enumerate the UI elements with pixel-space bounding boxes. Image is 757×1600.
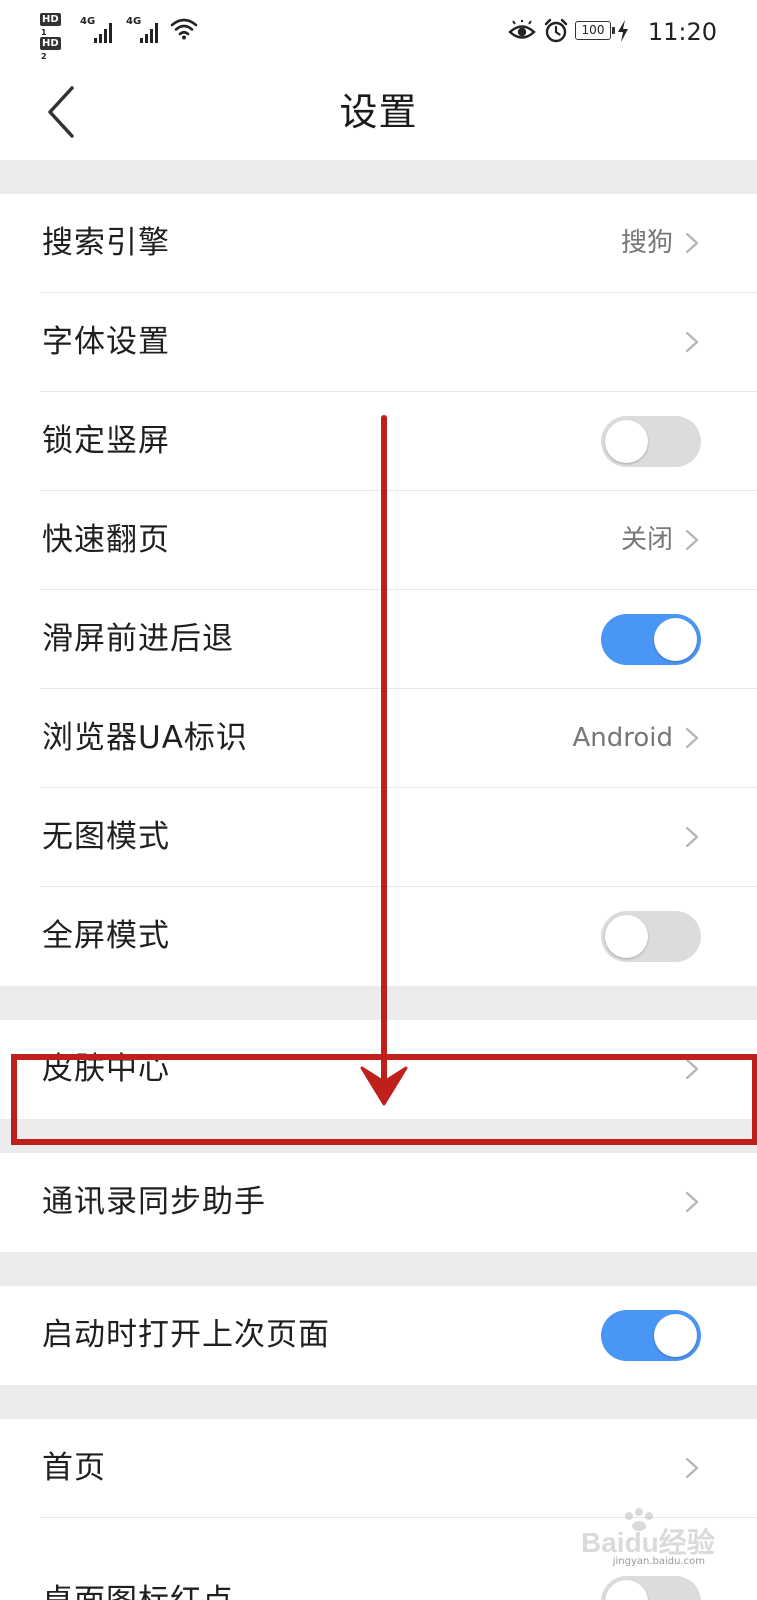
setting-label: 首页: [42, 1450, 106, 1486]
chevron-right-icon: [685, 826, 699, 848]
hd-label: HD: [40, 37, 61, 50]
setting-home-page[interactable]: 首页: [0, 1419, 757, 1518]
sim-index: 2: [41, 52, 47, 61]
chevron-right-icon: [685, 1191, 699, 1213]
setting-label: 通讯录同步助手: [42, 1184, 266, 1220]
setting-label: 锁定竖屏: [42, 423, 170, 459]
group-separator: [0, 160, 757, 194]
eye-icon: [508, 20, 536, 39]
alarm-icon: [544, 18, 568, 43]
setting-ua-id[interactable]: 浏览器UA标识 Android: [0, 689, 757, 788]
setting-search-engine[interactable]: 搜索引擎 搜狗: [0, 194, 757, 293]
setting-fullscreen-mode: 全屏模式: [0, 887, 757, 986]
group-separator: [0, 986, 757, 1020]
fullscreen-toggle[interactable]: [601, 911, 701, 962]
setting-fast-page-turn[interactable]: 快速翻页 关闭: [0, 491, 757, 590]
hd-sim2-badge: HD 2: [40, 36, 61, 63]
group-separator: [0, 1385, 757, 1419]
open-last-page-toggle[interactable]: [601, 1310, 701, 1361]
toggle-knob: [654, 1314, 697, 1357]
chevron-right-icon: [685, 232, 699, 254]
setting-label: 皮肤中心: [42, 1051, 170, 1087]
group-separator: [0, 1252, 757, 1286]
swipe-nav-toggle[interactable]: [601, 614, 701, 665]
setting-font[interactable]: 字体设置: [0, 293, 757, 392]
toggle-knob: [605, 915, 648, 958]
wifi-icon: [170, 18, 198, 40]
status-bar: HD1 HD2 4G 4G 100 11:20: [0, 0, 757, 64]
watermark-url: jingyan.baidu.com: [612, 1556, 705, 1567]
lock-portrait-toggle[interactable]: [601, 416, 701, 467]
setting-value: 关闭: [620, 525, 673, 555]
hd-label: HD: [40, 13, 61, 26]
setting-open-last-page: 启动时打开上次页面: [0, 1286, 757, 1385]
setting-value: Android: [572, 723, 673, 753]
setting-label: 滑屏前进后退: [42, 621, 234, 657]
setting-lock-portrait: 锁定竖屏: [0, 392, 757, 491]
setting-swipe-nav: 滑屏前进后退: [0, 590, 757, 689]
toggle-knob: [605, 1580, 648, 1600]
toggle-knob: [605, 420, 648, 463]
battery-icon: 100: [575, 21, 615, 40]
signal-icon: [94, 23, 112, 43]
toggle-knob: [654, 618, 697, 661]
chevron-right-icon: [685, 331, 699, 353]
chevron-right-icon: [685, 727, 699, 749]
setting-label: 桌面图标红点: [42, 1552, 234, 1600]
hd-sim1-badge: HD1: [40, 12, 61, 39]
setting-no-image-mode[interactable]: 无图模式: [0, 788, 757, 887]
desktop-badge-toggle[interactable]: [601, 1576, 701, 1600]
page-title: 设置: [339, 90, 418, 134]
app-bar: 设置: [0, 64, 757, 160]
watermark-text: Baidu经验: [581, 1526, 715, 1558]
group-separator: [0, 1119, 757, 1153]
setting-label: 字体设置: [42, 324, 170, 360]
setting-label: 全屏模式: [42, 918, 170, 954]
chevron-right-icon: [685, 1058, 699, 1080]
status-bar-right: 100 11:20: [477, 16, 717, 48]
clock: 11:20: [647, 18, 717, 46]
setting-label: 快速翻页: [42, 522, 170, 558]
setting-label: 搜索引擎: [42, 225, 170, 261]
setting-label: 无图模式: [42, 819, 170, 855]
chevron-right-icon: [685, 1457, 699, 1479]
setting-skin-center[interactable]: 皮肤中心: [0, 1020, 757, 1119]
setting-value: 搜狗: [620, 228, 673, 258]
setting-contacts-sync[interactable]: 通讯录同步助手: [0, 1153, 757, 1252]
charging-bolt-icon: [618, 20, 628, 42]
setting-label: 浏览器UA标识: [42, 720, 248, 756]
setting-label: 启动时打开上次页面: [42, 1317, 330, 1353]
chevron-right-icon: [685, 529, 699, 551]
signal-icon: [140, 23, 158, 43]
